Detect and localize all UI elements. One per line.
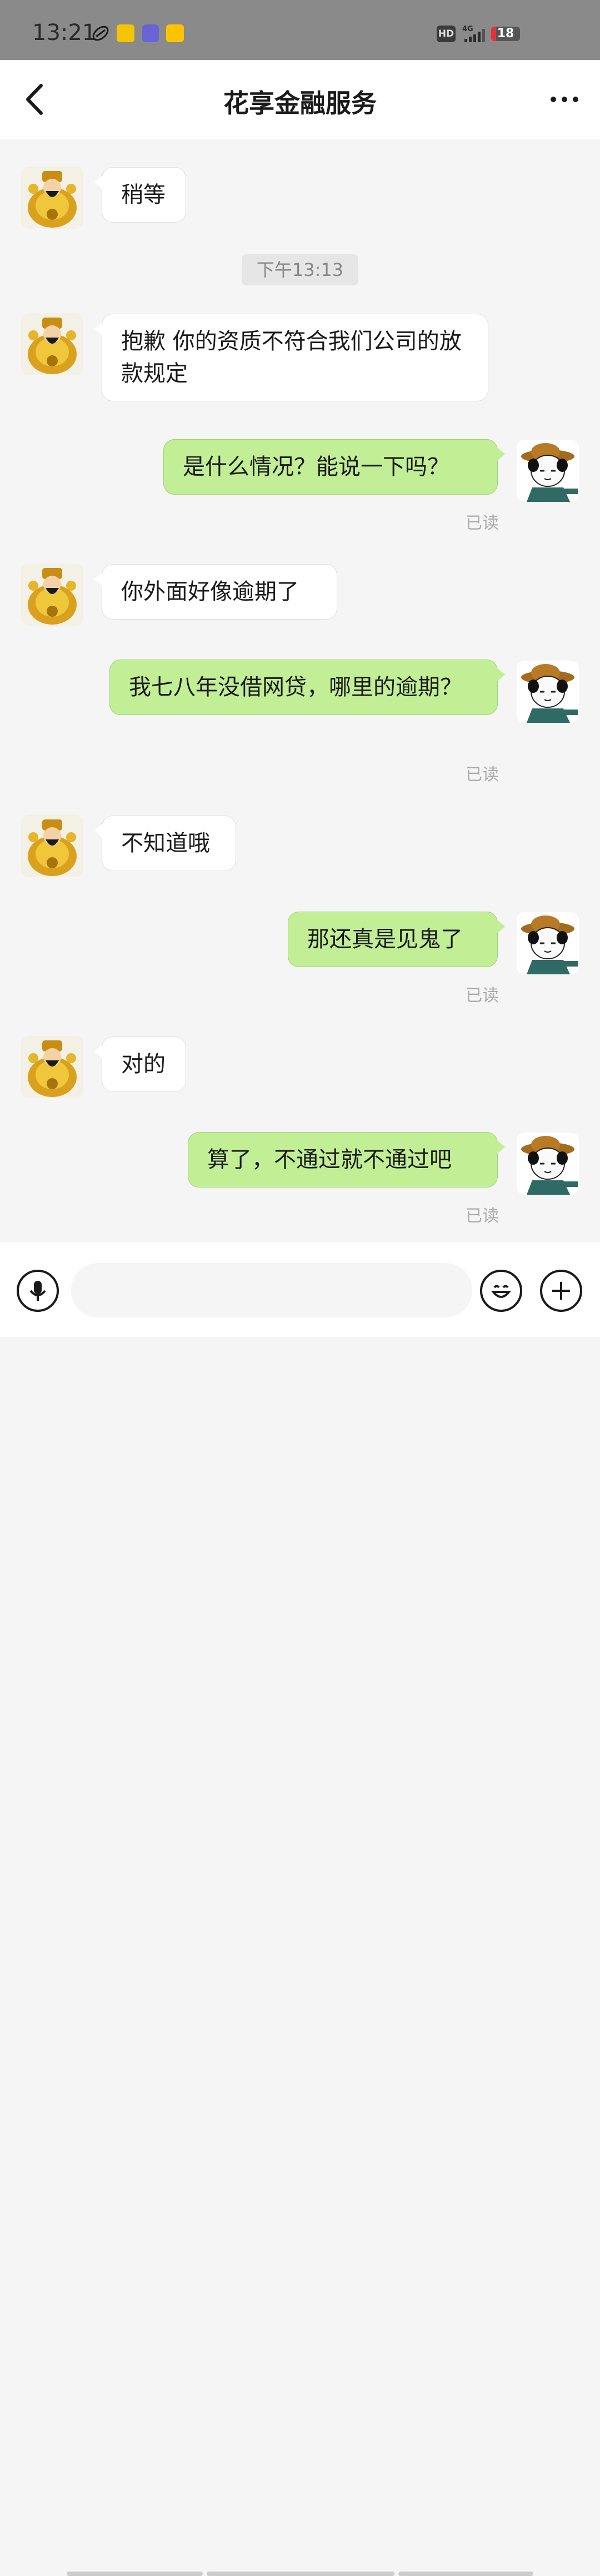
message-bubble-incoming[interactable]: 对的 (94, 1037, 186, 1092)
read-receipt: 已读 (466, 514, 499, 533)
page-title: 花享金融服务 (223, 88, 377, 118)
user-avatar[interactable] (517, 440, 579, 502)
user-avatar[interactable] (517, 661, 579, 723)
voice-input-button[interactable] (17, 1270, 59, 1312)
message-bubble-outgoing[interactable]: 算了，不通过就不通过吧 (188, 1132, 505, 1188)
battery-level: 18 (497, 27, 514, 41)
nav-segment (207, 2572, 394, 2576)
user-avatar[interactable] (517, 912, 579, 974)
chat-area[interactable]: 稍等 下午13:13 抱歉 你的资质不符合我们公司的放款规定 是什么情况？能说一… (0, 139, 600, 1242)
message-timestamp: 下午13:13 (242, 254, 358, 285)
status-bar: 13:21 HD 4G 18 (0, 0, 600, 60)
microphone-icon (29, 1281, 46, 1301)
message-bubble-incoming[interactable]: 抱歉 你的资质不符合我们公司的放款规定 (94, 314, 488, 401)
message-bubble-incoming[interactable]: 稍等 (94, 167, 186, 223)
network-type-label: 4G (462, 25, 473, 33)
emoji-button[interactable] (480, 1270, 522, 1312)
signal-icon: 4G (462, 25, 485, 42)
status-time: 13:21 (32, 20, 97, 46)
message-bubble-incoming[interactable]: 不知道哦 (94, 816, 236, 871)
hd-icon: HD (437, 26, 456, 42)
rocket-icon (92, 26, 109, 41)
sender-avatar[interactable] (21, 313, 83, 375)
input-bar (0, 1242, 600, 2576)
message-bubble-outgoing[interactable]: 那还真是见鬼了 (288, 912, 505, 967)
user-avatar[interactable] (517, 1133, 579, 1195)
sender-avatar[interactable] (21, 167, 83, 229)
nav-segment (398, 2572, 533, 2576)
more-actions-button[interactable] (540, 1270, 582, 1312)
sender-avatar[interactable] (21, 564, 83, 626)
emoji-icon (491, 1285, 512, 1298)
tie-app-icon (142, 24, 159, 42)
meituan-app-icon (166, 24, 184, 42)
nav-segment (67, 2572, 203, 2576)
sender-avatar[interactable] (21, 1036, 83, 1098)
message-bubble-outgoing[interactable]: 我七八年没借网贷，哪里的逾期？ (109, 660, 505, 715)
read-receipt: 已读 (466, 1206, 499, 1226)
message-input[interactable] (71, 1263, 472, 1317)
message-bubble-outgoing[interactable]: 是什么情况？能说一下吗？ (163, 439, 505, 495)
battery-icon: 18 (491, 27, 520, 41)
sender-avatar[interactable] (21, 815, 83, 877)
gesture-bar (67, 2572, 533, 2576)
read-receipt: 已读 (466, 986, 499, 1005)
plus-icon (552, 1282, 570, 1300)
read-receipt: 已读 (466, 765, 499, 784)
more-options-button[interactable] (548, 87, 581, 112)
message-bubble-incoming[interactable]: 你外面好像逾期了 (94, 564, 337, 620)
game-app-icon (117, 24, 134, 42)
chat-header: 花享金融服务 (0, 60, 600, 139)
